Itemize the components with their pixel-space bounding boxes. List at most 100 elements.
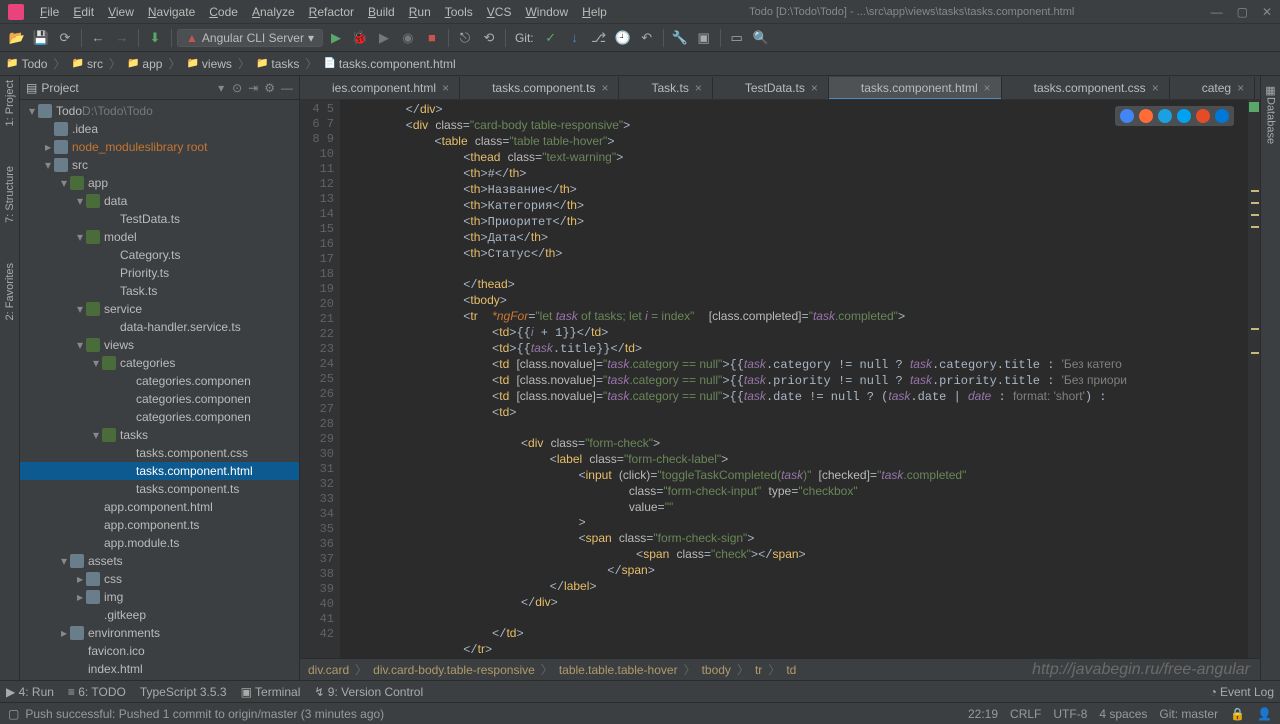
tree-row[interactable]: data-handler.service.ts [20,318,299,336]
menu-view[interactable]: View [102,3,140,21]
tree-row[interactable]: Category.ts [20,246,299,264]
breadcrumb-item[interactable]: table.table.table-hover [559,663,678,677]
coverage-icon[interactable]: ▶ [373,27,395,49]
menu-analyze[interactable]: Analyze [246,3,301,21]
browser-icon[interactable] [1139,109,1153,123]
run-icon[interactable]: ▶ [325,27,347,49]
editor-tab[interactable]: Task.ts× [619,77,712,99]
menu-build[interactable]: Build [362,3,401,21]
tree-row[interactable]: ▾Todo D:\Todo\Todo [20,102,299,120]
tree-row[interactable]: ▾categories [20,354,299,372]
database-tool[interactable]: Database [1265,97,1277,144]
tree-row[interactable]: categories.componen [20,408,299,426]
caret-position[interactable]: 22:19 [968,707,998,721]
run-config-selector[interactable]: ▲Angular CLI Server▾ [177,29,323,47]
tree-row[interactable]: app.component.ts [20,516,299,534]
tree-row[interactable]: ▾model [20,228,299,246]
branch-icon[interactable]: ⎇ [588,27,610,49]
editor-tab[interactable]: tasks.component.ts× [460,77,619,99]
menu-navigate[interactable]: Navigate [142,3,201,21]
menu-run[interactable]: Run [403,3,437,21]
left-tool[interactable]: 7: Structure [4,166,16,223]
tree-row[interactable]: ▾src [20,156,299,174]
menu-refactor[interactable]: Refactor [303,3,360,21]
hide-icon[interactable]: — [281,81,293,95]
breadcrumb-item[interactable]: tr [755,663,762,677]
crumb-item[interactable]: 📁src [72,57,103,71]
tree-row[interactable]: favicon.ico [20,642,299,660]
browser-icon[interactable] [1215,109,1229,123]
crumb-item[interactable]: 📁views [186,57,231,71]
breadcrumb-item[interactable]: div.card-body.table-responsive [373,663,535,677]
attach-icon[interactable]: ⎋ [454,27,476,49]
tree-row[interactable]: ▾data [20,192,299,210]
bottom-tab[interactable]: ▶ 4: Run [6,685,54,699]
minimize-icon[interactable]: — [1211,5,1223,19]
tree-row[interactable]: .idea [20,120,299,138]
menu-file[interactable]: File [34,3,65,21]
revert-icon[interactable]: ↶ [636,27,658,49]
line-separator[interactable]: CRLF [1010,707,1041,721]
tree-row[interactable]: TestData.ts [20,210,299,228]
update-project-icon[interactable]: ↓ [564,27,586,49]
tree-row[interactable]: ▾tasks [20,426,299,444]
menu-help[interactable]: Help [576,3,613,21]
tree-row[interactable]: main.ts [20,678,299,680]
browser-preview-bar[interactable] [1115,106,1234,126]
tree-row[interactable]: tasks.component.ts [20,480,299,498]
left-tool[interactable]: 2: Favorites [4,263,16,320]
screen-icon[interactable]: ▭ [726,27,748,49]
menu-edit[interactable]: Edit [67,3,100,21]
bottom-tab[interactable]: ↯ 9: Version Control [314,685,423,699]
open-icon[interactable]: 📂 [6,27,28,49]
wrench-icon[interactable]: 🔧 [669,27,691,49]
tree-row[interactable]: index.html [20,660,299,678]
breadcrumb-item[interactable]: tbody [702,663,731,677]
editor-tab[interactable]: tasks.component.css× [1002,77,1170,99]
crumb-item[interactable]: 📁tasks [256,57,299,71]
tree-row[interactable]: ▸node_modules library root [20,138,299,156]
editor-tab[interactable]: TestData.ts× [713,77,829,99]
menu-code[interactable]: Code [203,3,244,21]
bottom-tab[interactable]: ≡ 6: TODO [68,685,126,699]
editor-tab[interactable]: tasks.component.html× [829,77,1002,99]
browser-icon[interactable] [1120,109,1134,123]
tree-row[interactable]: Task.ts [20,282,299,300]
tree-row[interactable]: categories.componen [20,390,299,408]
left-tool[interactable]: 1: Project [4,80,16,126]
breadcrumb-item[interactable]: div.card [308,663,349,677]
gear-icon[interactable]: ⚙ [264,81,275,95]
update-icon[interactable]: ⟲ [478,27,500,49]
tree-row[interactable]: ▾service [20,300,299,318]
menu-window[interactable]: Window [519,3,574,21]
crumb-item[interactable]: 📁Todo [6,57,47,71]
search-icon[interactable]: 🔍 [750,27,772,49]
menu-vcs[interactable]: VCS [481,3,518,21]
tree-row[interactable]: tasks.component.html [20,462,299,480]
encoding[interactable]: UTF-8 [1053,707,1087,721]
tree-row[interactable]: ▸img [20,588,299,606]
tree-row[interactable]: .gitkeep [20,606,299,624]
browser-icon[interactable] [1158,109,1172,123]
build-icon[interactable]: ⬇ [144,27,166,49]
tree-row[interactable]: Priority.ts [20,264,299,282]
save-icon[interactable]: 💾 [30,27,52,49]
git-branch[interactable]: Git: master [1159,707,1218,721]
commit-icon[interactable]: ✓ [540,27,562,49]
browser-icon[interactable] [1196,109,1210,123]
project-tree[interactable]: ▾Todo D:\Todo\Todo.idea▸node_modules lib… [20,100,299,680]
back-icon[interactable]: ← [87,27,109,49]
browser-icon[interactable] [1177,109,1191,123]
profile-icon[interactable]: ◉ [397,27,419,49]
maximize-icon[interactable]: ▢ [1237,5,1248,19]
tree-row[interactable]: ▸environments [20,624,299,642]
tree-row[interactable]: categories.componen [20,372,299,390]
notification-icon[interactable]: 👤 [1257,707,1272,721]
indent[interactable]: 4 spaces [1099,707,1147,721]
code-editor[interactable]: </div> <div class="card-body table-respo… [340,100,1248,658]
close-icon[interactable]: ✕ [1262,5,1272,19]
stop-icon[interactable]: ■ [421,27,443,49]
tree-row[interactable]: ▾views [20,336,299,354]
editor-tab[interactable]: categ× [1170,77,1255,99]
editor-tab[interactable]: ies.component.html× [300,77,460,99]
